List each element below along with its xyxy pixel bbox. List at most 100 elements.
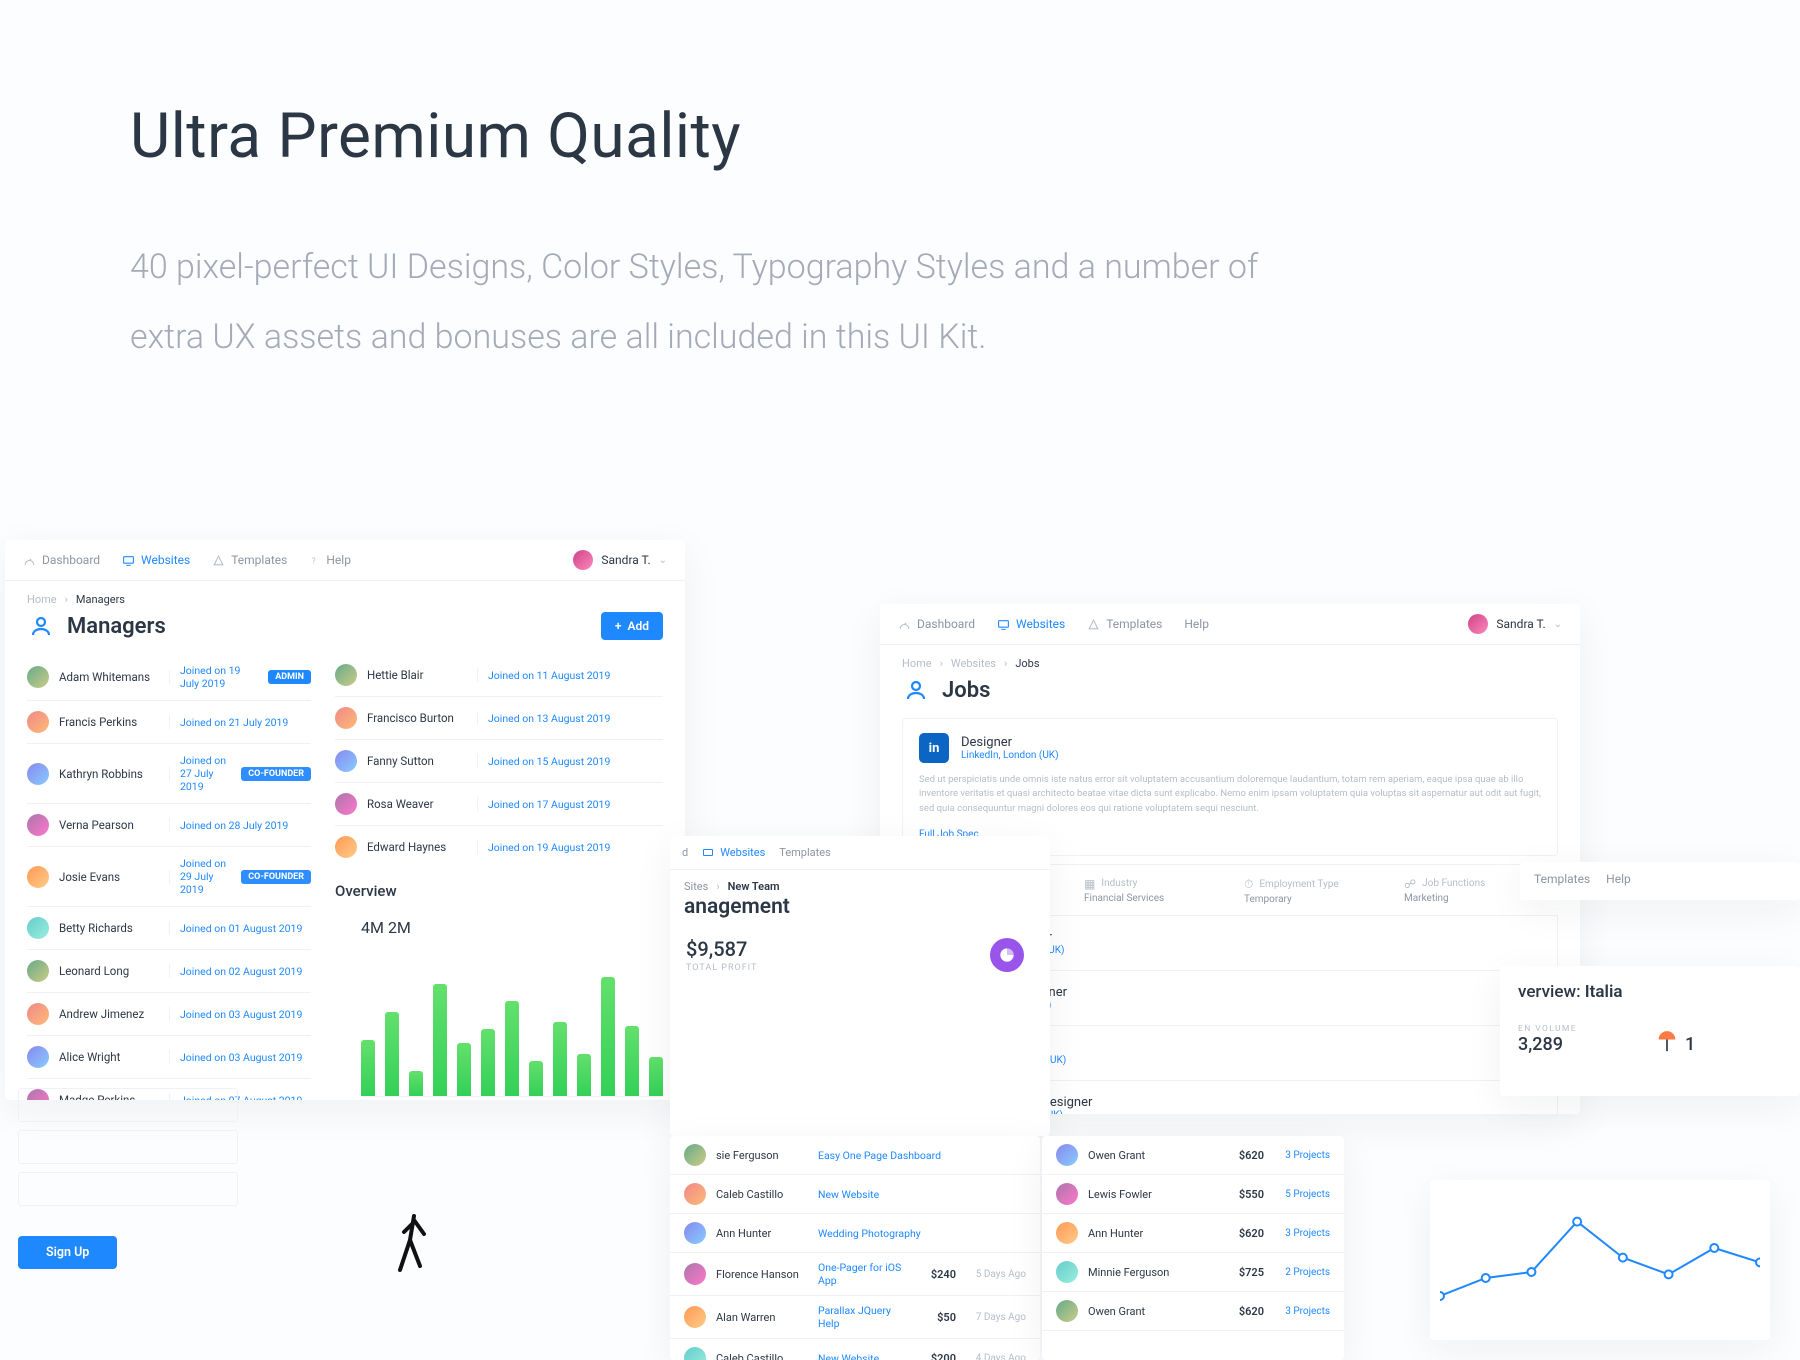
linkedin-icon: in xyxy=(919,733,949,763)
avatar xyxy=(27,1046,49,1068)
manager-row[interactable]: Andrew Jimenez Joined on 03 August 2019 xyxy=(27,993,311,1036)
topbar-snippet: Templates Help xyxy=(1520,862,1800,900)
manager-row[interactable]: Francisco Burton Joined on 13 August 201… xyxy=(335,697,663,740)
y-tick: 2M xyxy=(388,918,411,937)
bar xyxy=(433,984,447,1096)
profit-label: TOTAL PROFIT xyxy=(686,963,757,973)
manager-joined: Joined on 19 August 2019 xyxy=(488,841,663,854)
page-title: Managers xyxy=(67,614,166,639)
table-row[interactable]: Lewis Fowler $550 5 Projects xyxy=(1042,1175,1344,1214)
avatar xyxy=(335,707,357,729)
svg-text:?: ? xyxy=(312,556,316,566)
manager-name: Francis Perkins xyxy=(59,715,159,729)
table-row[interactable]: Ann Hunter Wedding Photography xyxy=(670,1214,1040,1253)
avatar xyxy=(684,1263,706,1285)
manager-row[interactable]: Rosa Weaver Joined on 17 August 2019 xyxy=(335,783,663,826)
table-row[interactable]: sie Ferguson Easy One Page Dashboard xyxy=(670,1136,1040,1175)
add-button[interactable]: + Add xyxy=(601,612,663,640)
manager-joined: Joined on 11 August 2019 xyxy=(488,669,663,682)
role-badge: CO-FOUNDER xyxy=(241,870,311,884)
manager-row[interactable]: Kathryn Robbins Joined on 27 July 2019 C… xyxy=(27,744,311,804)
avatar xyxy=(1056,1261,1078,1283)
manager-joined: Joined on 29 July 2019 xyxy=(180,857,231,896)
volume-value: 3,289 xyxy=(1518,1034,1643,1055)
avatar xyxy=(27,814,49,836)
tab-websites[interactable]: Websites xyxy=(702,846,765,859)
bar xyxy=(505,1001,519,1096)
bar xyxy=(577,1054,591,1096)
avatar xyxy=(684,1347,706,1360)
job-meta-item: ⏱Employment Type Temporary xyxy=(1244,877,1376,905)
avatar xyxy=(1056,1144,1078,1166)
bar xyxy=(385,1012,399,1096)
plus-icon: + xyxy=(615,619,622,633)
avatar xyxy=(684,1222,706,1244)
tab-templates[interactable]: Templates xyxy=(1534,872,1590,886)
tab-templates[interactable]: Templates xyxy=(212,553,287,567)
pie-chart-icon[interactable] xyxy=(990,938,1024,972)
tab-dashboard[interactable]: Dashboard xyxy=(23,553,100,567)
input-field[interactable] xyxy=(18,1130,238,1164)
table-row[interactable]: Owen Grant $620 3 Projects xyxy=(1042,1292,1344,1331)
tab-d[interactable]: d xyxy=(682,846,688,859)
table-row[interactable]: Alan Warren Parallax JQuery Help $50 7 D… xyxy=(670,1296,1040,1339)
user-menu[interactable]: Sandra T.⌄ xyxy=(1468,614,1562,634)
manager-joined: Joined on 15 August 2019 xyxy=(488,755,663,768)
manager-joined: Joined on 21 July 2019 xyxy=(180,716,311,729)
manager-joined: Joined on 13 August 2019 xyxy=(488,712,663,725)
table-row[interactable]: Owen Grant $620 3 Projects xyxy=(1042,1136,1344,1175)
input-field[interactable] xyxy=(18,1172,238,1206)
manager-row[interactable]: Josie Evans Joined on 29 July 2019 CO-FO… xyxy=(27,847,311,907)
manager-name: Betty Richards xyxy=(59,921,159,935)
tab-templates[interactable]: Templates xyxy=(779,846,830,859)
manager-row[interactable]: Alice Wright Joined on 03 August 2019 xyxy=(27,1036,311,1079)
table-row[interactable]: Ann Hunter $620 3 Projects xyxy=(1042,1214,1344,1253)
tab-websites[interactable]: Websites xyxy=(997,617,1065,631)
tab-websites[interactable]: Websites xyxy=(122,553,190,567)
manager-row[interactable]: Fanny Sutton Joined on 15 August 2019 xyxy=(335,740,663,783)
earnings-table: Owen Grant $620 3 Projects Lewis Fowler … xyxy=(1042,1136,1344,1360)
user-avatar xyxy=(1468,614,1488,634)
table-row[interactable]: Caleb Castillo New Website $200 4 Days A… xyxy=(670,1339,1040,1360)
tab-templates[interactable]: Templates xyxy=(1087,617,1162,631)
tab-help[interactable]: ? Help xyxy=(309,553,351,567)
user-menu[interactable]: Sandra T. ⌄ xyxy=(573,550,667,570)
table-row[interactable]: Minnie Ferguson $725 2 Projects xyxy=(1042,1253,1344,1292)
projects-table: sie Ferguson Easy One Page Dashboard Cal… xyxy=(670,1136,1040,1360)
manager-row[interactable]: Verna Pearson Joined on 28 July 2019 xyxy=(27,804,311,847)
manager-joined: Joined on 19 July 2019 xyxy=(180,664,258,690)
manager-name: Fanny Sutton xyxy=(367,754,467,768)
management-title: anagement xyxy=(670,895,1050,927)
tab-dashboard[interactable]: Dashboard xyxy=(898,617,975,631)
managers-panel: Dashboard Websites Templates ? Help Sand… xyxy=(5,540,685,1100)
manager-row[interactable]: Hettie Blair Joined on 11 August 2019 xyxy=(335,654,663,697)
manager-row[interactable]: Edward Haynes Joined on 19 August 2019 xyxy=(335,826,663,868)
manager-row[interactable]: Betty Richards Joined on 01 August 2019 xyxy=(27,907,311,950)
tab-help[interactable]: Help xyxy=(1184,617,1209,631)
input-field[interactable] xyxy=(18,1088,238,1122)
manager-name: Verna Pearson xyxy=(59,818,159,832)
table-row[interactable]: Florence Hanson One-Pager for iOS App $2… xyxy=(670,1253,1040,1296)
manager-name: Leonard Long xyxy=(59,964,159,978)
job-company: LinkedIn, London (UK) xyxy=(961,750,1059,761)
avatar xyxy=(27,666,49,688)
sign-up-button[interactable]: Sign Up xyxy=(18,1236,117,1269)
manager-name: Edward Haynes xyxy=(367,840,467,854)
avatar xyxy=(335,836,357,858)
tab-help[interactable]: Help xyxy=(1606,872,1631,886)
manager-row[interactable]: Adam Whitemans Joined on 19 July 2019 AD… xyxy=(27,654,311,701)
overview-italia: verview: Italia EN VOLUME 3,289 1 xyxy=(1500,966,1800,1096)
manager-joined: Joined on 17 August 2019 xyxy=(488,798,663,811)
job-meta-item: ▦Industry Financial Services xyxy=(1084,877,1216,905)
manager-name: Adam Whitemans xyxy=(59,670,159,684)
avatar xyxy=(27,917,49,939)
bar xyxy=(409,1071,423,1096)
manager-row[interactable]: Leonard Long Joined on 02 August 2019 xyxy=(27,950,311,993)
manager-name: Rosa Weaver xyxy=(367,797,467,811)
manager-name: Francisco Burton xyxy=(367,711,467,725)
chevron-down-icon: ⌄ xyxy=(659,555,667,566)
bar xyxy=(457,1043,471,1096)
manager-row[interactable]: Francis Perkins Joined on 21 July 2019 xyxy=(27,701,311,744)
table-row[interactable]: Caleb Castillo New Website xyxy=(670,1175,1040,1214)
job-title: Designer xyxy=(961,735,1059,750)
